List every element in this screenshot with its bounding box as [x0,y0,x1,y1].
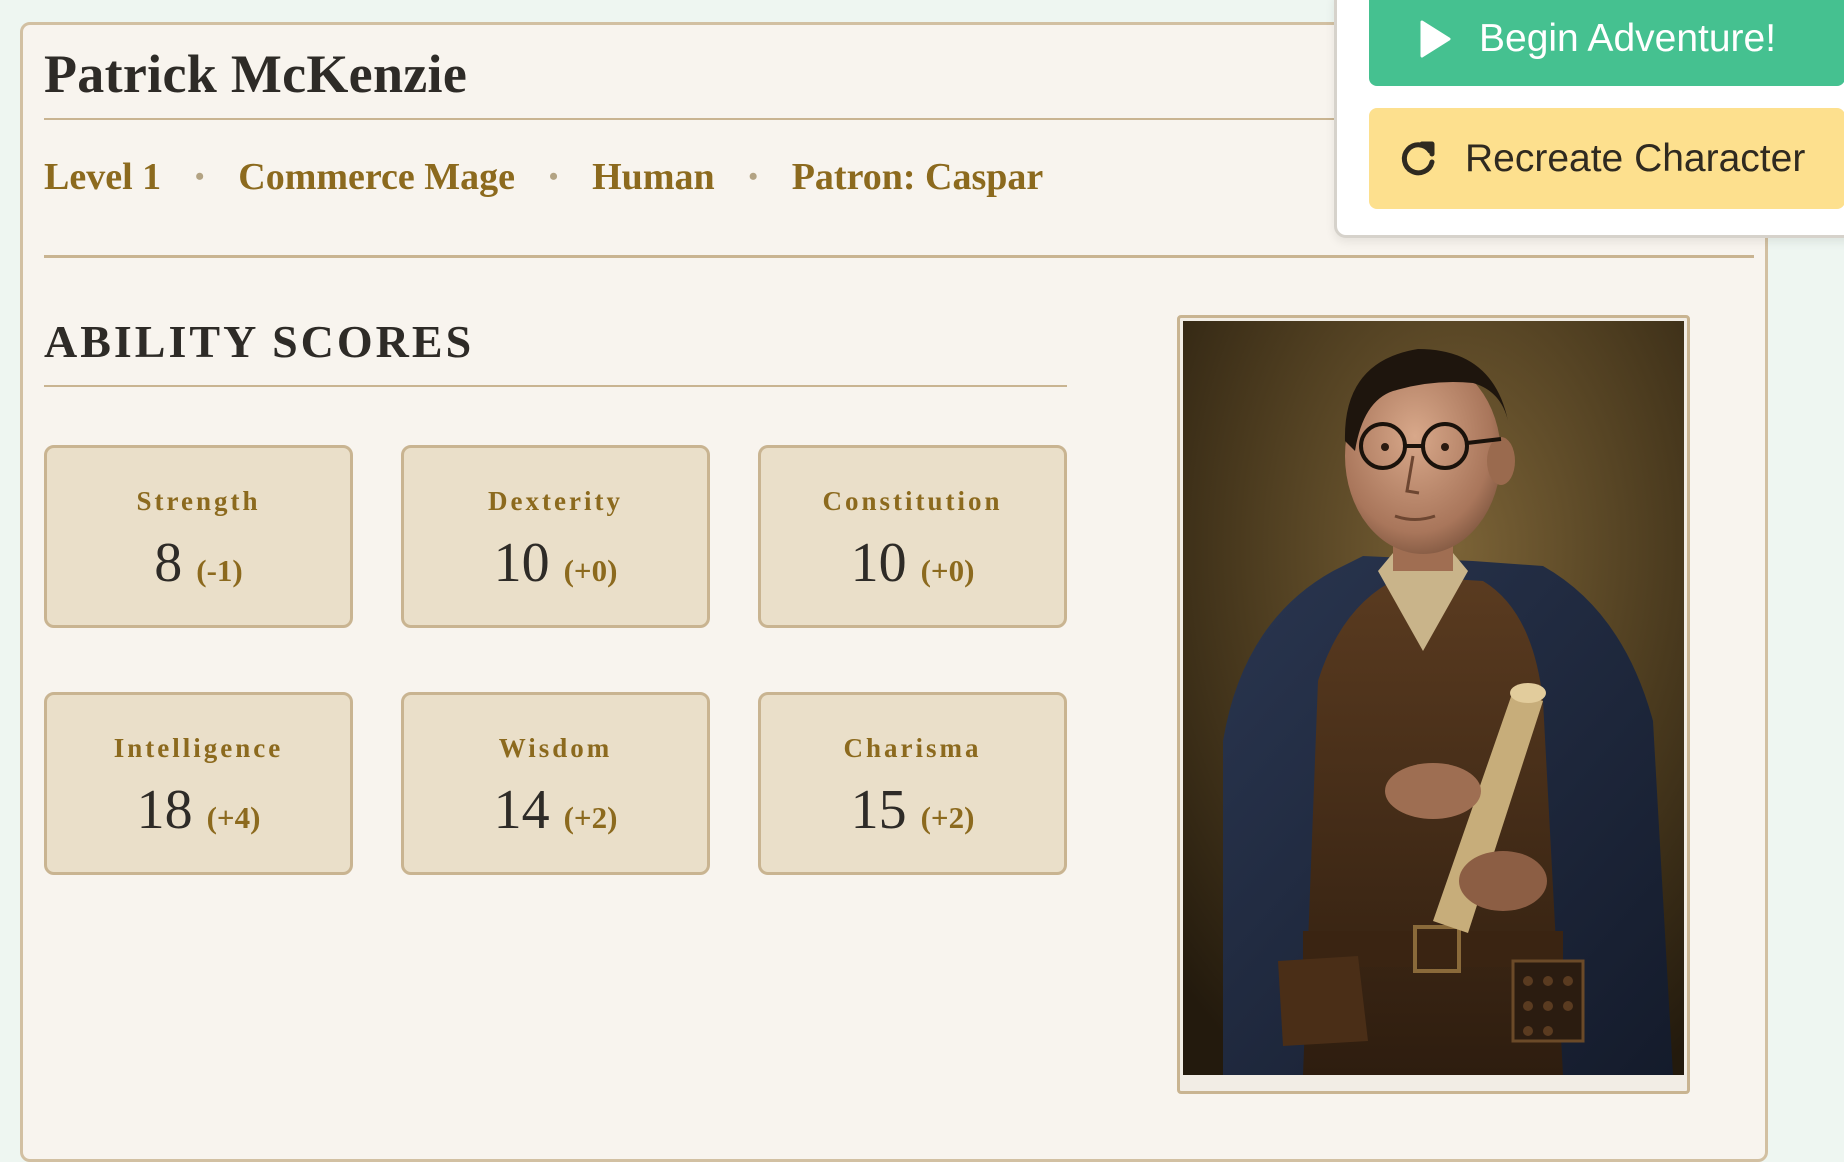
recreate-character-button[interactable]: Recreate Character [1369,108,1844,209]
play-icon [1419,20,1451,58]
ability-value: 8 (-1) [47,535,350,591]
ability-score: 10 [493,532,550,594]
ability-card-constitution: Constitution 10 (+0) [758,445,1067,628]
ability-value: 10 (+0) [404,535,707,591]
character-meta: Level 1 • Commerce Mage • Human • Patron… [44,155,1043,199]
ability-name: Strength [136,486,261,516]
character-class: Commerce Mage [238,156,516,198]
ability-score: 10 [850,532,907,594]
ability-modifier: (+0) [563,553,618,588]
ability-score: 15 [850,779,907,841]
name-divider [44,118,1364,120]
ability-value: 10 (+0) [761,535,1064,591]
ability-modifier: (+2) [920,800,975,835]
begin-adventure-label: Begin Adventure! [1479,16,1777,60]
ability-value: 15 (+2) [761,782,1064,838]
ability-modifier: (+4) [206,800,261,835]
ability-card-wisdom: Wisdom 14 (+2) [401,692,710,875]
ability-name: Dexterity [488,486,623,516]
ability-name: Constitution [822,486,1003,516]
ability-card-dexterity: Dexterity 10 (+0) [401,445,710,628]
meta-separator: • [195,162,205,191]
ability-score: 14 [493,779,550,841]
ability-modifier: (+2) [563,800,618,835]
character-name: Patrick McKenzie [44,44,468,104]
portrait-painting [1183,321,1684,1075]
ability-card-charisma: Charisma 15 (+2) [758,692,1067,875]
ability-name: Wisdom [498,733,613,763]
ability-value: 14 (+2) [404,782,707,838]
begin-adventure-button[interactable]: Begin Adventure! [1369,0,1844,86]
ability-title-divider [44,385,1067,387]
ability-card-intelligence: Intelligence 18 (+4) [44,692,353,875]
character-level: Level 1 [44,156,162,198]
recreate-character-label: Recreate Character [1465,136,1806,180]
ability-modifier: (-1) [196,553,243,588]
ability-scores-grid: Strength 8 (-1) Dexterity 10 (+0) Constitu… [44,445,1067,875]
action-popup: Begin Adventure! Recreate Character [1334,0,1844,238]
ability-scores-title: ABILITY SCORES [44,316,475,367]
character-portrait [1177,315,1690,1094]
ability-name: Charisma [843,733,982,763]
ability-name: Intelligence [113,733,284,763]
section-divider [44,255,1754,258]
refresh-icon [1399,140,1437,178]
character-race: Human [592,156,715,198]
meta-separator: • [549,162,559,191]
character-patron: Patron: Caspar [791,156,1044,198]
ability-card-strength: Strength 8 (-1) [44,445,353,628]
ability-score: 18 [136,779,193,841]
meta-separator: • [748,162,758,191]
ability-score: 8 [154,532,183,594]
ability-value: 18 (+4) [47,782,350,838]
ability-modifier: (+0) [920,553,975,588]
